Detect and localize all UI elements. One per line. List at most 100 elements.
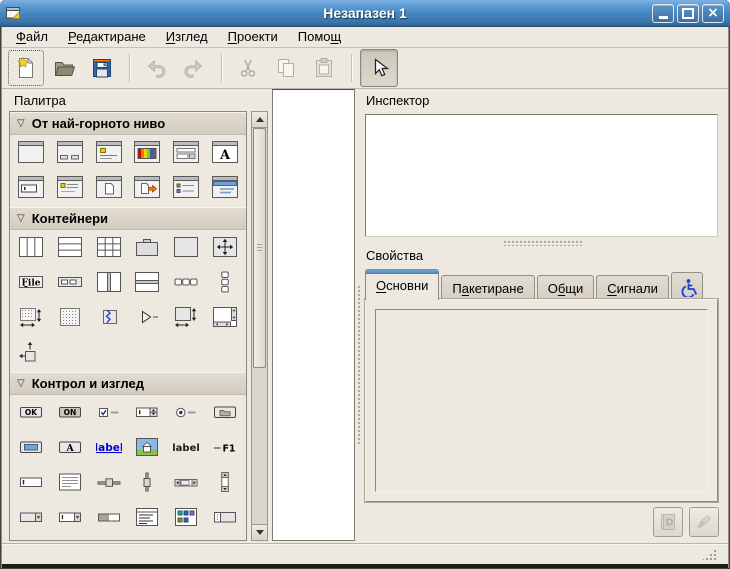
palette-item-assistant[interactable]	[208, 174, 242, 204]
palette-item-dialog[interactable]	[53, 139, 87, 169]
palette-item-handlebox[interactable]	[92, 304, 126, 334]
palette-item-vpaned[interactable]	[130, 269, 164, 299]
minimize-button[interactable]	[652, 4, 674, 23]
palette-item-label_w[interactable]: label	[169, 434, 203, 464]
palette-item-input_dialog[interactable]	[14, 174, 48, 204]
palette-item-menubar_w[interactable]: File	[14, 269, 48, 299]
svg-text:OK: OK	[25, 408, 38, 417]
palette-section-containers[interactable]: ▽Контейнери	[10, 207, 246, 230]
paste-button[interactable]	[306, 50, 342, 86]
tab-packing[interactable]: Пакетиране	[441, 275, 534, 300]
palette-item-table[interactable]	[92, 234, 126, 264]
palette-item-expander[interactable]	[130, 304, 164, 334]
palette-item-layout[interactable]	[53, 304, 87, 334]
page_setup_dialog-icon	[96, 176, 122, 201]
palette-item-vscale[interactable]	[130, 469, 164, 499]
palette-item-fontbutton[interactable]: A	[53, 434, 87, 464]
palette-item-vbuttonbox[interactable]	[208, 269, 242, 299]
palette-item-progressbar[interactable]	[92, 504, 126, 534]
palette-item-color_dialog[interactable]	[130, 139, 164, 169]
tab-signals[interactable]: Сигнали	[596, 275, 669, 300]
palette-item-recent_dialog[interactable]	[169, 174, 203, 204]
palette-item-radiobutton[interactable]	[169, 399, 203, 429]
palette-item-hpaned[interactable]	[92, 269, 126, 299]
palette-item-toolbar_w[interactable]	[53, 269, 87, 299]
scroll-down-button[interactable]	[252, 524, 267, 540]
palette-item-iconview[interactable]	[169, 504, 203, 534]
palette-item-spinbutton[interactable]	[130, 399, 164, 429]
palette-item-entry[interactable]	[53, 539, 87, 542]
tab-common[interactable]: Общи	[537, 275, 595, 300]
palette-item-checkbutton[interactable]	[92, 399, 126, 429]
horizontal-pane-handle[interactable]	[503, 240, 583, 246]
palette-item-separator_box[interactable]	[208, 504, 242, 534]
palette-item-button[interactable]: OK	[14, 399, 48, 429]
new-button[interactable]	[8, 50, 44, 86]
tab-accessibility[interactable]	[671, 272, 703, 300]
palette-item-corner_align[interactable]	[14, 339, 48, 369]
palette-item-vscrollbar[interactable]	[208, 469, 242, 499]
palette-item-hscale[interactable]	[92, 539, 126, 542]
redo-button[interactable]	[176, 50, 212, 86]
palette-item-about_dialog[interactable]	[53, 174, 87, 204]
palette-section-controls[interactable]: ▽Контрол и изглед	[10, 372, 246, 395]
palette-item-hscale[interactable]	[92, 469, 126, 499]
palette-item-linkbutton[interactable]: label	[92, 434, 126, 464]
palette-item-image_w[interactable]	[130, 434, 164, 464]
palette-item-colorbutton[interactable]	[14, 434, 48, 464]
close-button[interactable]: ×	[702, 4, 724, 23]
cut-button[interactable]	[230, 50, 266, 86]
palette-item-layout_scroll[interactable]	[14, 304, 48, 334]
palette-item-togglebutton[interactable]: ON	[53, 399, 87, 429]
palette-scrollbar[interactable]	[251, 111, 268, 541]
menu-view[interactable]: Изглед	[158, 28, 216, 46]
palette-item-treeview[interactable]	[130, 504, 164, 534]
menu-projects[interactable]: Проекти	[220, 28, 286, 46]
copy-icon	[274, 56, 298, 80]
titlebar[interactable]: Незапазен 1 ×	[0, 0, 730, 27]
palette-item-window[interactable]	[14, 139, 48, 169]
palette-item-vbox[interactable]	[53, 234, 87, 264]
palette-item-combobox[interactable]	[14, 504, 48, 534]
tab-general[interactable]: Основни	[365, 269, 439, 300]
selector-button[interactable]	[360, 49, 398, 87]
edit-custom-button[interactable]	[689, 507, 719, 537]
scrollbar-thumb[interactable]	[253, 128, 266, 368]
devhelp-button[interactable]: D	[653, 507, 683, 537]
palette-item-textview[interactable]	[14, 539, 48, 542]
palette-section-toplevel[interactable]: ▽От най-горното ниво	[10, 112, 246, 135]
palette-item-file_chooser_dialog[interactable]	[169, 139, 203, 169]
viewport-icon	[173, 306, 199, 331]
palette-item-scrolledwindow[interactable]	[208, 304, 242, 334]
menu-edit[interactable]: Редактиране	[60, 28, 154, 46]
svg-text:File: File	[22, 279, 41, 289]
palette-item-hscrollbar[interactable]	[169, 469, 203, 499]
palette-item-message_dialog[interactable]	[92, 139, 126, 169]
palette-item-frame[interactable]	[130, 234, 164, 264]
palette-item-hbuttonbox[interactable]	[169, 269, 203, 299]
resize-grip[interactable]	[701, 549, 716, 561]
menu-file[interactable]: Файл	[8, 28, 56, 46]
palette-item-comboboxentry[interactable]	[53, 504, 87, 534]
maximize-button[interactable]	[677, 4, 699, 23]
scroll-up-button[interactable]	[252, 112, 267, 128]
vertical-pane-handle[interactable]	[357, 285, 362, 445]
palette-item-viewport[interactable]	[169, 304, 203, 334]
design-canvas[interactable]	[272, 89, 355, 541]
palette-item-font_dialog[interactable]: A	[208, 139, 242, 169]
palette-item-filechooserbutton[interactable]	[208, 399, 242, 429]
palette-item-accellabel[interactable]: F1	[208, 434, 242, 464]
undo-button[interactable]	[138, 50, 174, 86]
palette-item-page_setup_dialog[interactable]	[92, 174, 126, 204]
palette-item-alignment[interactable]	[169, 234, 203, 264]
palette-item-textview[interactable]	[53, 469, 87, 499]
copy-button[interactable]	[268, 50, 304, 86]
palette-item-print_dialog[interactable]	[130, 174, 164, 204]
palette-item-fixed[interactable]	[208, 234, 242, 264]
menu-help[interactable]: Помощ	[290, 28, 349, 46]
palette-item-entry[interactable]	[14, 469, 48, 499]
save-button[interactable]	[84, 50, 120, 86]
inspector-tree[interactable]	[365, 114, 718, 237]
palette-item-hbox[interactable]	[14, 234, 48, 264]
open-button[interactable]	[46, 50, 82, 86]
